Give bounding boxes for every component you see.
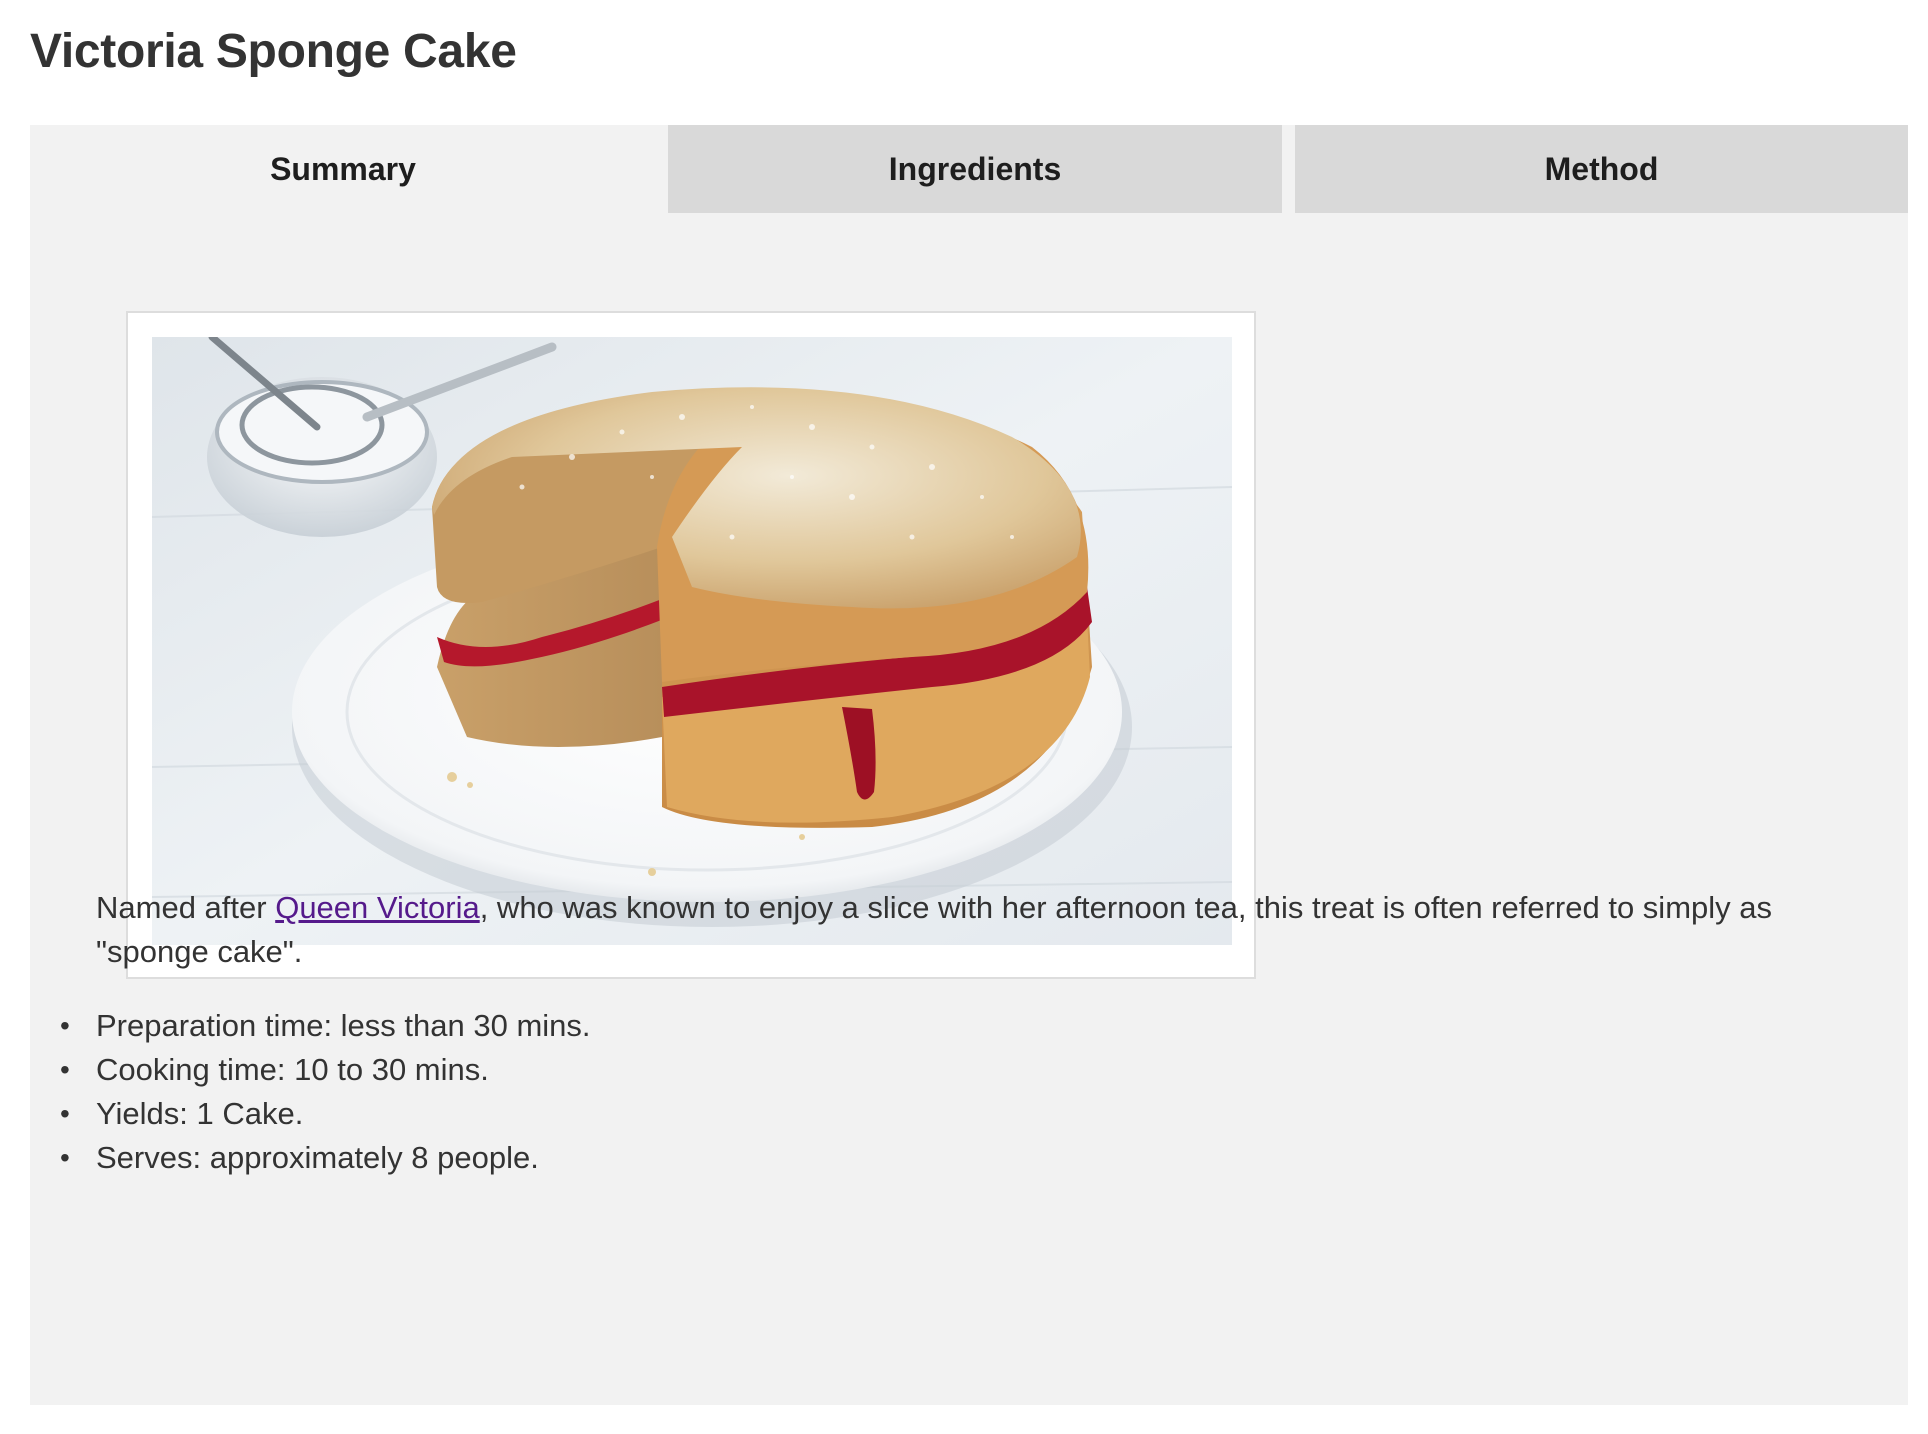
bullet-icon: • [60,1054,70,1085]
recipe-facts-list: • Preparation time: less than 30 mins. • C… [60,1004,591,1180]
fact-text: Preparation time: less than 30 mins. [96,1008,591,1043]
fact-text: Cooking time: 10 to 30 mins. [96,1052,489,1087]
list-item-yields: • Yields: 1 Cake. [60,1092,591,1136]
page-title: Victoria Sponge Cake [30,25,517,78]
bullet-icon: • [60,1098,70,1129]
tab-summary[interactable]: Summary [30,125,656,213]
cake-photo-frame [126,311,1256,979]
fact-text: Serves: approximately 8 people. [96,1140,539,1175]
list-item-cooking-time: • Cooking time: 10 to 30 mins. [60,1048,591,1092]
cake-photo [152,337,1232,945]
list-item-serves: • Serves: approximately 8 people. [60,1136,591,1180]
cake-photo-illustration [152,337,1232,945]
tab-ingredients[interactable]: Ingredients [668,125,1282,213]
summary-intro: Named after Queen Victoria, who was know… [96,886,1796,974]
fact-text: Yields: 1 Cake. [96,1096,304,1131]
intro-text-before: Named after [96,890,276,925]
tab-bar: Summary Ingredients Method [30,125,1908,213]
tab-panel-container: Summary Ingredients Method [30,125,1908,1405]
bullet-icon: • [60,1142,70,1173]
queen-victoria-link[interactable]: Queen Victoria [275,890,480,925]
tab-method[interactable]: Method [1295,125,1908,213]
list-item-preparation-time: • Preparation time: less than 30 mins. [60,1004,591,1048]
bullet-icon: • [60,1010,70,1041]
